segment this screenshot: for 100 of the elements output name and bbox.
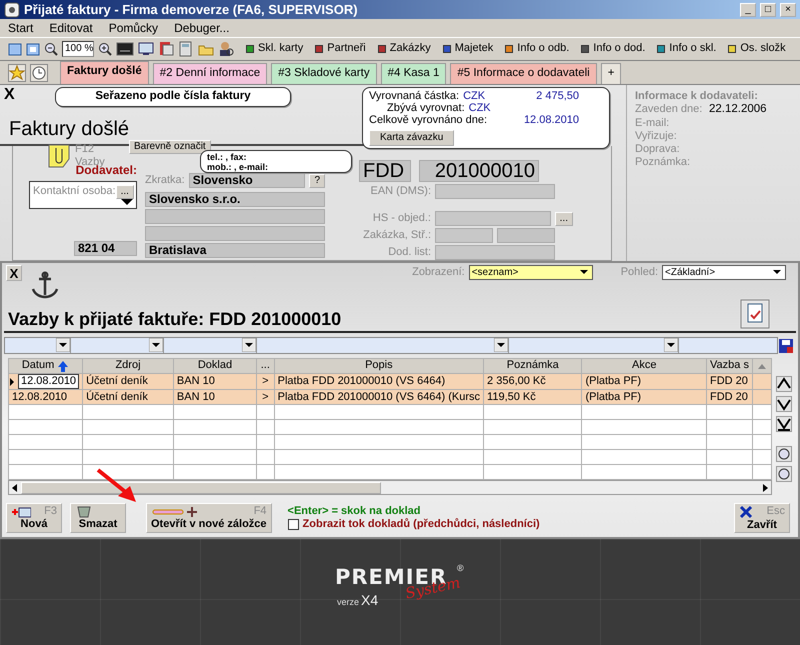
scroll-to-end-icon[interactable] xyxy=(776,416,792,432)
tab[interactable]: #2 Denní informace xyxy=(152,63,268,84)
tab-add-icon xyxy=(151,506,199,518)
column-header[interactable]: Doklad xyxy=(173,358,257,374)
dropdown-arrow-icon[interactable] xyxy=(242,338,256,352)
address-field[interactable] xyxy=(145,209,325,224)
monitor-icon[interactable] xyxy=(138,41,154,57)
column-header[interactable]: Poznámka xyxy=(484,358,582,374)
monitor-icon[interactable] xyxy=(116,41,134,57)
close-icon[interactable]: X xyxy=(4,85,15,104)
input-field[interactable] xyxy=(497,228,555,243)
table-cell: FDD 20 xyxy=(706,374,752,390)
input-field[interactable] xyxy=(435,228,493,243)
date-edit-field[interactable]: 12.08.2010 xyxy=(18,374,80,389)
short-name-field[interactable]: Slovensko xyxy=(188,173,306,188)
flow-checkbox[interactable]: Zobrazit tok dokladů (předchůdci, následníci) xyxy=(288,518,540,532)
document-number[interactable]: 201000010 xyxy=(419,160,539,182)
zoom-in-icon[interactable] xyxy=(98,42,112,56)
add-document-icon xyxy=(11,506,31,518)
checkbox-icon[interactable] xyxy=(288,519,299,530)
dropdown-arrow-icon[interactable] xyxy=(494,338,508,352)
dropdown-arrow-icon[interactable] xyxy=(149,338,163,352)
view-select[interactable]: <seznam> xyxy=(468,265,593,280)
column-header[interactable]: ... xyxy=(256,358,274,374)
column-header[interactable]: Vazba s xyxy=(706,358,752,374)
close-icon xyxy=(739,505,753,520)
column-header[interactable]: Popis xyxy=(274,358,484,374)
close-button[interactable]: × xyxy=(780,2,796,16)
document-icon[interactable] xyxy=(740,299,770,329)
help-button[interactable]: ? xyxy=(309,174,325,188)
window-icon[interactable] xyxy=(26,42,40,56)
menu-item[interactable]: Pomůcky xyxy=(108,20,158,36)
address-field[interactable]: Slovensko s.r.o. xyxy=(145,192,325,207)
toolbar-link[interactable]: Partneři xyxy=(315,42,366,56)
table-cell: FDD 20 xyxy=(706,390,752,405)
payment-value: 2 475,50 xyxy=(536,90,579,102)
add-tab-button[interactable]: + xyxy=(600,63,622,84)
dropdown-arrow-icon[interactable] xyxy=(56,338,70,352)
save-icon[interactable] xyxy=(778,338,794,354)
input-field[interactable] xyxy=(435,245,555,260)
minimize-button[interactable]: _ xyxy=(740,2,756,16)
table-cell: 12.08.2010 xyxy=(8,390,83,405)
version-label: verze xyxy=(337,596,360,608)
menu-item[interactable]: Editovat xyxy=(49,20,93,36)
row-indicator-icon xyxy=(10,378,14,386)
tab[interactable]: Faktury došlé xyxy=(60,61,149,84)
liability-card-button[interactable]: Karta závazku xyxy=(369,130,454,146)
toolbar-button[interactable]: F4 Otevřít v nové záložce xyxy=(146,503,272,534)
documents-icon[interactable] xyxy=(158,41,174,57)
column-header[interactable]: Zdroj xyxy=(82,358,174,374)
column-header[interactable]: Datum xyxy=(8,358,83,374)
horizontal-scrollbar[interactable] xyxy=(8,480,772,496)
toolbar-link[interactable]: Skl. karty xyxy=(246,42,304,56)
address-field[interactable]: Bratislava xyxy=(145,243,325,258)
person-search-icon[interactable] xyxy=(218,41,234,57)
look-select[interactable]: <Základní> xyxy=(662,265,786,280)
tab[interactable]: #3 Skladové karty xyxy=(271,63,377,84)
zoom-field[interactable]: 100 % xyxy=(62,41,94,57)
close-button[interactable]: Esc Zavřít xyxy=(734,503,790,534)
menu-item[interactable]: Start xyxy=(8,20,34,36)
scroll-down-icon[interactable] xyxy=(776,396,792,412)
star-icon[interactable] xyxy=(8,64,26,82)
dropdown-arrow-icon[interactable] xyxy=(664,338,678,352)
info-label: Zaveden dne: xyxy=(635,103,701,117)
input-field[interactable] xyxy=(435,211,551,226)
zoom-in-icon[interactable] xyxy=(776,446,792,462)
input-field[interactable] xyxy=(435,184,555,199)
zoom-out-icon[interactable] xyxy=(44,42,58,56)
toolbar-link[interactable]: Zakázky xyxy=(378,42,431,56)
close-button[interactable]: X xyxy=(6,265,22,281)
app-icon xyxy=(4,2,20,18)
clip-icon[interactable] xyxy=(47,143,71,169)
browse-button[interactable]: ... xyxy=(116,185,134,200)
color-mark-button[interactable]: Barevně označit xyxy=(129,140,211,154)
document-prefix[interactable]: FDD xyxy=(359,160,411,182)
window-icon[interactable] xyxy=(8,42,22,56)
dropdown-arrow-icon[interactable] xyxy=(121,199,133,206)
column-header[interactable]: Akce xyxy=(582,358,707,374)
toolbar-link[interactable]: Os. složk xyxy=(728,42,786,56)
tab[interactable]: #4 Kasa 1 xyxy=(380,63,446,84)
clock-icon[interactable] xyxy=(30,64,48,82)
browse-button[interactable]: ... xyxy=(554,212,573,226)
toolbar-link[interactable]: Info o skl. xyxy=(657,42,716,56)
zip-field[interactable]: 821 04 xyxy=(74,241,137,256)
toolbar-button[interactable]: F3 Nová xyxy=(6,503,62,534)
toolbar-link[interactable]: Info o dod. xyxy=(581,42,646,56)
address-field[interactable] xyxy=(145,226,325,241)
menu-item[interactable]: Debuger... xyxy=(174,20,230,36)
table-cell: (Platba PF) xyxy=(582,374,707,390)
shortcut-key: F4 xyxy=(254,505,267,518)
toolbar-button[interactable]: Smazat xyxy=(70,503,126,534)
maximize-button[interactable]: □ xyxy=(760,2,776,16)
toolbar-link[interactable]: Info o odb. xyxy=(505,42,570,56)
calculator-icon[interactable] xyxy=(178,41,194,57)
table-cell: BAN 10 xyxy=(173,374,257,390)
zoom-out-icon[interactable] xyxy=(776,466,792,482)
tab[interactable]: #5 Informace o dodavateli xyxy=(450,63,597,84)
scroll-up-icon[interactable] xyxy=(776,376,792,392)
toolbar-link[interactable]: Majetek xyxy=(442,42,494,56)
info-label: Vyřizuje: xyxy=(635,130,678,143)
